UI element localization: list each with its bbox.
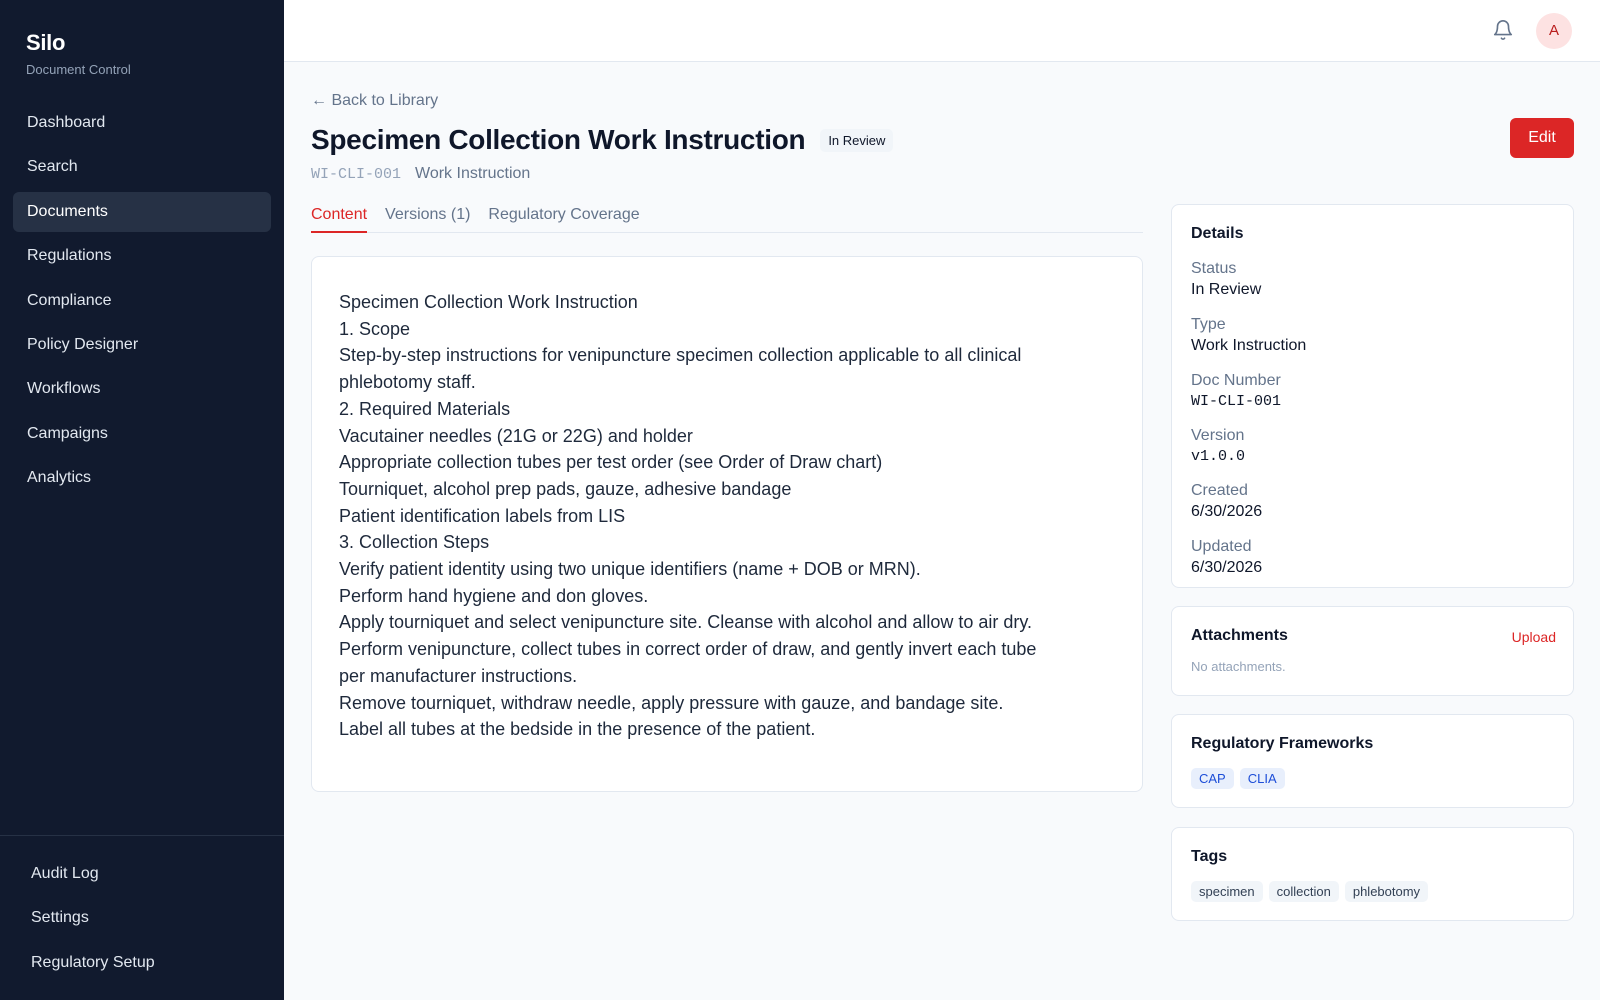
detail-status: Status In Review [1191,260,1554,299]
edit-button[interactable]: Edit [1510,118,1574,158]
content-line: Step-by-step instructions for venipunctu… [339,345,1022,366]
detail-label: Version [1191,427,1245,444]
detail-label: Updated [1191,538,1252,555]
sidebar-item-compliance[interactable]: Compliance [13,281,271,321]
content-line: Patient identification labels from LIS [339,505,626,526]
detail-value: 6/30/2026 [1191,503,1263,520]
sidebar-item-audit-log[interactable]: Audit Log [17,854,267,894]
sidebar-item-campaigns[interactable]: Campaigns [13,414,271,454]
detail-updated: Updated 6/30/2026 [1191,538,1554,577]
avatar[interactable]: A [1536,13,1572,49]
attachments-empty-text: No attachments. [1191,659,1286,674]
bell-icon[interactable] [1492,19,1514,41]
sidebar-item-dashboard[interactable]: Dashboard [13,103,271,143]
tags-title: Tags [1191,848,1228,865]
detail-version: Version v1.0.0 [1191,427,1554,465]
content-line: 2. Required Materials [339,398,511,419]
brand: Silo Document Control [0,0,284,77]
content-line: Label all tubes at the bedside in the pr… [339,719,816,740]
detail-value: v1.0.0 [1191,448,1246,465]
sidebar-item-search[interactable]: Search [13,147,271,187]
content-line: Apply tourniquet and select venipuncture… [339,612,1033,633]
page-title: Specimen Collection Work Instruction [311,124,806,155]
tag-chip[interactable]: collection [1268,881,1339,902]
sidebar-item-policy-designer[interactable]: Policy Designer [13,325,271,365]
sidebar-bottom-nav: Audit Log Settings Regulatory Setup [0,835,284,987]
upload-button[interactable]: Upload [1512,629,1556,645]
tags-card: Tags specimen collection phlebotomy [1171,827,1574,921]
details-card: Details Status In Review Type Work Instr… [1171,204,1574,588]
detail-value: WI-CLI-001 [1191,393,1282,410]
content-line: Appropriate collection tubes per test or… [339,452,883,473]
sidebar-nav: Dashboard Search Documents Regulations C… [0,103,284,498]
content-line: Tourniquet, alcohol prep pads, gauze, ad… [339,478,792,499]
framework-chip[interactable]: CAP [1191,768,1234,789]
detail-value: Work Instruction [1191,337,1307,354]
sidebar-item-settings[interactable]: Settings [17,898,267,938]
attachments-title: Attachments [1191,627,1288,644]
content-line: Perform venipuncture, collect tubes in c… [339,639,1037,660]
sidebar-item-analytics[interactable]: Analytics [13,458,271,498]
doc-type: Work Instruction [415,165,531,182]
title-row: Specimen Collection Work Instruction In … [311,124,894,156]
content-line: phlebotomy staff. [339,372,476,393]
detail-type: Type Work Instruction [1191,316,1554,355]
detail-doc-number: Doc Number WI-CLI-001 [1191,372,1554,410]
main-content: ← Back to Library Specimen Collection Wo… [284,62,1600,1000]
frameworks-title: Regulatory Frameworks [1191,735,1374,752]
tab-versions[interactable]: Versions (1) [385,196,470,233]
tab-content[interactable]: Content [311,196,368,233]
document-content: Specimen Collection Work Instruction 1. … [311,256,1143,792]
framework-chip[interactable]: CLIA [1239,768,1285,789]
content-line: 1. Scope [339,318,411,339]
attachments-card: Attachments Upload No attachments. [1171,606,1574,696]
sidebar-item-regulatory-setup[interactable]: Regulatory Setup [17,943,267,983]
details-title: Details [1191,225,1244,242]
content-line: Verify patient identity using two unique… [339,559,921,580]
detail-label: Status [1191,260,1237,277]
detail-label: Doc Number [1191,372,1281,389]
document-tabs: Content Versions (1) Regulatory Coverage [311,196,1143,233]
content-line: Specimen Collection Work Instruction [339,292,638,312]
content-line: Remove tourniquet, withdraw needle, appl… [339,692,1004,713]
sidebar-item-workflows[interactable]: Workflows [13,369,271,409]
tag-chips: specimen collection phlebotomy [1191,881,1554,902]
detail-label: Created [1191,482,1248,499]
regulatory-frameworks-card: Regulatory Frameworks CAP CLIA [1171,714,1574,808]
content-line: Vacutainer needles (21G or 22G) and hold… [339,425,693,446]
doc-number: WI-CLI-001 [311,166,402,183]
sidebar: Silo Document Control Dashboard Search D… [0,0,284,1000]
document-meta: WI-CLI-001 Work Instruction [311,165,530,183]
brand-subtitle: Document Control [26,62,131,77]
tag-chip[interactable]: phlebotomy [1344,881,1429,902]
content-line: per manufacturer instructions. [339,665,578,686]
detail-value: 6/30/2026 [1191,559,1263,576]
content-line: 3. Collection Steps [339,532,490,553]
sidebar-item-regulations[interactable]: Regulations [13,236,271,276]
tag-chip[interactable]: specimen [1191,881,1263,902]
tab-regulatory-coverage[interactable]: Regulatory Coverage [488,196,639,233]
detail-created: Created 6/30/2026 [1191,482,1554,521]
status-badge: In Review [820,128,894,152]
sidebar-item-documents[interactable]: Documents [13,191,271,232]
detail-value: In Review [1191,281,1262,298]
topbar: A [284,0,1600,62]
back-to-library-link[interactable]: ← Back to Library [311,92,438,110]
framework-chips: CAP CLIA [1191,768,1554,789]
content-line: Perform hand hygiene and don gloves. [339,585,649,606]
detail-label: Type [1191,316,1226,333]
brand-name: Silo [26,30,66,55]
